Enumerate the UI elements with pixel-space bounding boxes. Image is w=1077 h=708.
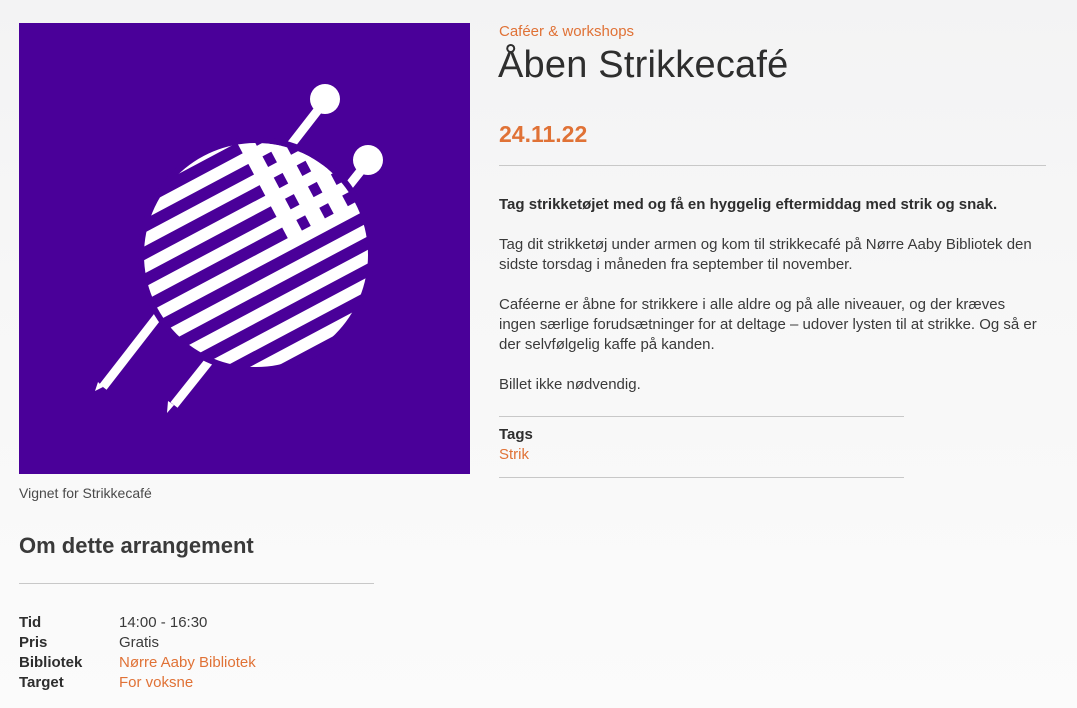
info-row-library: Bibliotek Nørre Aaby Bibliotek (19, 653, 256, 673)
library-link[interactable]: Nørre Aaby Bibliotek (119, 653, 256, 673)
tags-label: Tags (499, 426, 533, 443)
event-date: 24.11.22 (499, 121, 588, 147)
tags-divider-bottom (499, 477, 904, 478)
info-key: Pris (19, 634, 48, 651)
about-divider (19, 583, 374, 584)
info-row-time: Tid 14:00 - 16:30 (19, 613, 256, 633)
info-row-price: Pris Gratis (19, 633, 256, 653)
tag-link[interactable]: Strik (499, 446, 529, 463)
target-link[interactable]: For voksne (119, 673, 193, 693)
info-row-target: Target For voksne (19, 673, 256, 693)
event-info-table: Tid 14:00 - 16:30 Pris Gratis Bibliotek … (19, 613, 256, 693)
about-heading: Om dette arrangement (19, 533, 254, 558)
image-caption: Vignet for Strikkecafé (19, 485, 152, 501)
event-image (19, 23, 470, 474)
info-key: Bibliotek (19, 654, 83, 671)
info-key: Tid (19, 614, 42, 631)
tags-divider-top (499, 416, 904, 417)
yarn-ball-knitting-needles-icon (95, 84, 383, 413)
page-title: Åben Strikkecafé (498, 44, 789, 86)
info-value-time: 14:00 - 16:30 (119, 614, 208, 631)
body-paragraph: Caféerne er åbne for strikkere i alle al… (499, 296, 1037, 353)
event-description: Tag strikketøjet med og få en hyggelig e… (499, 195, 1044, 415)
body-paragraph: Tag dit strikketøj under armen og kom ti… (499, 236, 1032, 273)
lead-paragraph: Tag strikketøjet med og få en hyggelig e… (499, 196, 998, 213)
header-divider (499, 165, 1046, 166)
info-value-price: Gratis (119, 634, 160, 651)
body-paragraph: Billet ikke nødvendig. (499, 376, 641, 393)
info-key: Target (19, 674, 64, 691)
event-category-link[interactable]: Caféer & workshops (499, 23, 634, 40)
